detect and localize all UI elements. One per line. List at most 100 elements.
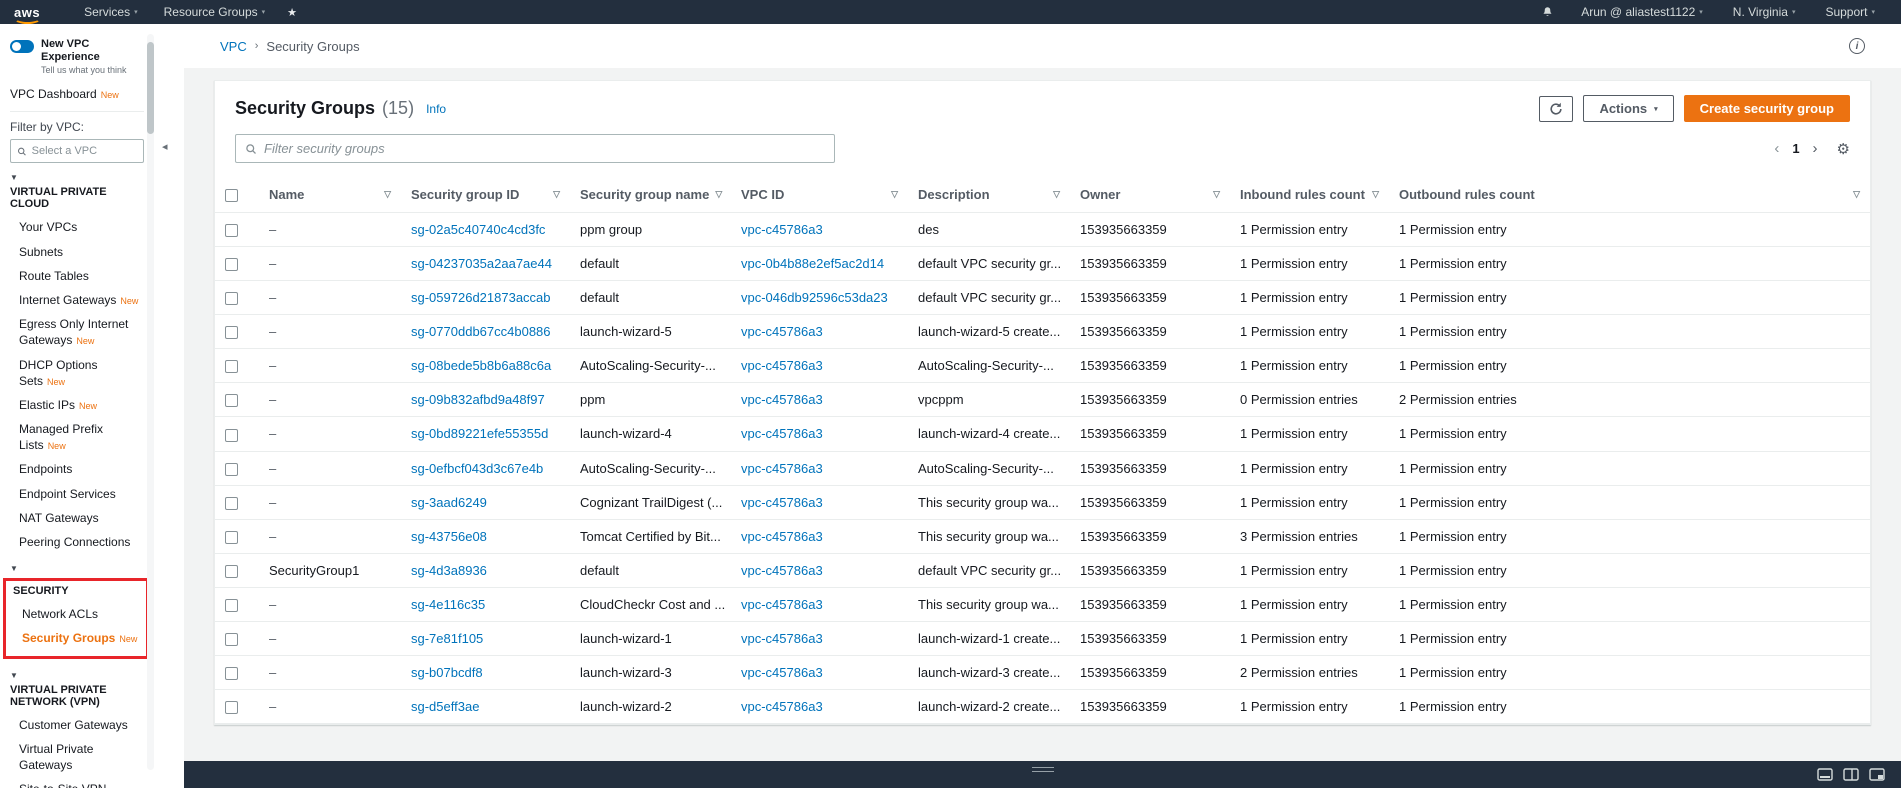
cell-security-group-id-link[interactable]: sg-4d3a8936 — [411, 563, 487, 578]
filter-icon[interactable]: ▽ — [384, 189, 391, 200]
section-collapse-caret[interactable]: ▼ — [10, 554, 144, 576]
row-checkbox[interactable] — [225, 564, 238, 578]
new-vpc-experience-toggle[interactable]: New VPC Experience Tell us what you thin… — [10, 34, 144, 83]
table-row[interactable]: – sg-43756e08 Tomcat Certified by Bit... vp… — [215, 519, 1870, 554]
vpc-filter-input[interactable] — [31, 145, 137, 158]
row-checkbox[interactable] — [225, 701, 238, 714]
cell-vpc-id-link[interactable]: vpc-c45786a3 — [741, 529, 823, 544]
filter-security-groups-input[interactable] — [264, 141, 825, 156]
filter-icon[interactable]: ▽ — [715, 189, 722, 200]
row-checkbox[interactable] — [225, 530, 238, 544]
region-menu[interactable]: N. Virginia ▾ — [1721, 0, 1808, 24]
row-checkbox[interactable] — [225, 462, 238, 476]
create-security-group-button[interactable]: Create security group — [1683, 95, 1850, 122]
table-row[interactable]: – sg-09b832afbd9a48f97 ppm vpc-c45786a3 vpcp… — [215, 382, 1870, 418]
refresh-button[interactable] — [1539, 95, 1574, 122]
nav-resource-groups-menu[interactable]: Resource Groups ▾ — [152, 0, 278, 24]
column-header-security-group-name[interactable]: Security group name ▽ — [570, 177, 731, 214]
vpc-filter-select[interactable] — [10, 139, 144, 164]
table-row[interactable]: – sg-3aad6249 Cognizant TrailDigest (... vp… — [215, 485, 1870, 520]
cell-security-group-id-link[interactable]: sg-4e116c35 — [411, 597, 485, 612]
sidebar-item-your-vpcs[interactable]: Your VPCs — [10, 215, 144, 239]
cell-security-group-id-link[interactable]: sg-08bede5b8b6a88c6a — [411, 358, 551, 373]
support-menu[interactable]: Support ▾ — [1813, 0, 1887, 24]
pagination-next-button[interactable]: › — [1813, 141, 1818, 156]
info-link[interactable]: Info — [426, 102, 446, 116]
sidebar-item-dhcp-options-sets[interactable]: DHCP Options Sets New — [10, 353, 144, 393]
cell-vpc-id-link[interactable]: vpc-c45786a3 — [741, 699, 823, 714]
filter-icon[interactable]: ▽ — [553, 189, 560, 200]
cell-security-group-id-link[interactable]: sg-d5eff3ae — [411, 699, 479, 714]
filter-icon[interactable]: ▽ — [1213, 189, 1220, 200]
row-checkbox[interactable] — [225, 292, 238, 306]
sidebar-item-subnets[interactable]: Subnets — [10, 240, 144, 264]
sidebar-item-network-acls[interactable]: Network ACLs — [13, 602, 142, 626]
panel-drag-handle[interactable] — [1031, 767, 1054, 772]
cell-vpc-id-link[interactable]: vpc-c45786a3 — [741, 563, 823, 578]
table-row[interactable]: – sg-0770ddb67cc4b0886 launch-wizard-5 vpc-… — [215, 314, 1870, 350]
row-checkbox[interactable] — [225, 632, 238, 646]
sidebar-item-managed-prefix-lists[interactable]: Managed Prefix Lists New — [10, 417, 144, 457]
table-row[interactable]: – sg-0efbcf043d3c67e4b AutoScaling-Securit… — [215, 451, 1870, 486]
sidebar-item-endpoint-services[interactable]: Endpoint Services — [10, 482, 144, 506]
table-row[interactable]: – sg-04237035a2aa7ae44 default vpc-0b4b88e2… — [215, 246, 1870, 282]
toggle-switch[interactable] — [10, 40, 34, 53]
settings-gear-icon[interactable]: ⚙ — [1837, 140, 1850, 158]
sidebar-item-customer-gateways[interactable]: Customer Gateways — [10, 713, 144, 737]
cell-vpc-id-link[interactable]: vpc-c45786a3 — [741, 597, 823, 612]
actions-button[interactable]: Actions ▾ — [1583, 95, 1674, 122]
info-panel-icon[interactable]: i — [1849, 38, 1865, 54]
cell-security-group-id-link[interactable]: sg-7e81f105 — [411, 631, 483, 646]
table-row[interactable]: – sg-02a5c40740c4cd3fc ppm group vpc-c45786… — [215, 212, 1870, 248]
table-row[interactable]: – sg-b07bcdf8 launch-wizard-3 vpc-c45786a3 l… — [215, 655, 1870, 690]
cell-vpc-id-link[interactable]: vpc-046db92596c53da23 — [741, 290, 888, 305]
pinned-shortcut-star-icon[interactable]: ★ — [279, 6, 305, 19]
row-checkbox[interactable] — [225, 666, 238, 680]
cell-security-group-id-link[interactable]: sg-43756e08 — [411, 529, 487, 544]
cell-vpc-id-link[interactable]: vpc-c45786a3 — [741, 222, 823, 237]
table-row[interactable]: SecurityGroup1 sg-4d3a8936 default vpc-c457… — [215, 553, 1870, 588]
cell-vpc-id-link[interactable]: vpc-c45786a3 — [741, 665, 823, 680]
cell-vpc-id-link[interactable]: vpc-c45786a3 — [741, 495, 823, 510]
cell-security-group-id-link[interactable]: sg-0770ddb67cc4b0886 — [411, 324, 551, 339]
column-header-owner[interactable]: Owner ▽ — [1070, 177, 1230, 214]
footer-panel-icon-1[interactable] — [1817, 768, 1833, 781]
cell-vpc-id-link[interactable]: vpc-c45786a3 — [741, 392, 823, 407]
sidebar-item-nat-gateways[interactable]: NAT Gateways — [10, 506, 144, 530]
footer-panel-icon-3[interactable] — [1869, 768, 1885, 781]
table-row[interactable]: – sg-d5eff3ae launch-wizard-2 vpc-c45786a3 l… — [215, 689, 1870, 725]
column-header-security-group-id[interactable]: Security group ID ▽ — [401, 177, 570, 214]
sidebar-item-site-to-site-vpn[interactable]: Site-to-Site VPN — [10, 777, 144, 788]
cell-vpc-id-link[interactable]: vpc-0b4b88e2ef5ac2d14 — [741, 256, 884, 271]
table-row[interactable]: – sg-0bd89221efe55355d launch-wizard-4 vpc-… — [215, 416, 1870, 452]
sidebar-item-endpoints[interactable]: Endpoints — [10, 457, 144, 481]
filter-icon[interactable]: ▽ — [1853, 189, 1860, 200]
pagination-previous-button[interactable]: ‹ — [1774, 141, 1779, 156]
table-row[interactable]: – sg-7e81f105 launch-wizard-1 vpc-c45786a3 l… — [215, 621, 1870, 656]
cell-vpc-id-link[interactable]: vpc-c45786a3 — [741, 461, 823, 476]
account-menu[interactable]: Arun @ aliastest1122 ▾ — [1569, 0, 1715, 24]
footer-panel-icon-2[interactable] — [1843, 768, 1859, 781]
row-checkbox[interactable] — [225, 224, 238, 238]
row-checkbox[interactable] — [225, 394, 238, 408]
table-row[interactable]: – sg-059726d21873accab default vpc-046db925… — [215, 280, 1870, 316]
column-header-description[interactable]: Description ▽ — [908, 177, 1070, 214]
pagination-current-page[interactable]: 1 — [1792, 141, 1799, 156]
sidebar-item-route-tables[interactable]: Route Tables — [10, 264, 144, 288]
cell-security-group-id-link[interactable]: sg-09b832afbd9a48f97 — [411, 392, 545, 407]
cell-security-group-id-link[interactable]: sg-059726d21873accab — [411, 290, 551, 305]
cell-security-group-id-link[interactable]: sg-b07bcdf8 — [411, 665, 483, 680]
sidebar-item-egress-only-internet-gateways[interactable]: Egress Only Internet Gateways New — [10, 312, 144, 352]
cell-vpc-id-link[interactable]: vpc-c45786a3 — [741, 358, 823, 373]
row-checkbox[interactable] — [225, 598, 238, 612]
cell-security-group-id-link[interactable]: sg-3aad6249 — [411, 495, 487, 510]
cell-vpc-id-link[interactable]: vpc-c45786a3 — [741, 426, 823, 441]
sidebar-item-vpc-dashboard[interactable]: VPC Dashboard New — [10, 83, 144, 109]
row-checkbox[interactable] — [225, 360, 238, 374]
section-collapse-caret[interactable]: ▼ — [10, 163, 144, 185]
breadcrumb-link-vpc[interactable]: VPC — [220, 39, 247, 54]
filter-icon[interactable]: ▽ — [891, 189, 898, 200]
row-checkbox[interactable] — [225, 258, 238, 272]
cell-security-group-id-link[interactable]: sg-0bd89221efe55355d — [411, 426, 548, 441]
select-all-checkbox[interactable] — [225, 189, 238, 203]
